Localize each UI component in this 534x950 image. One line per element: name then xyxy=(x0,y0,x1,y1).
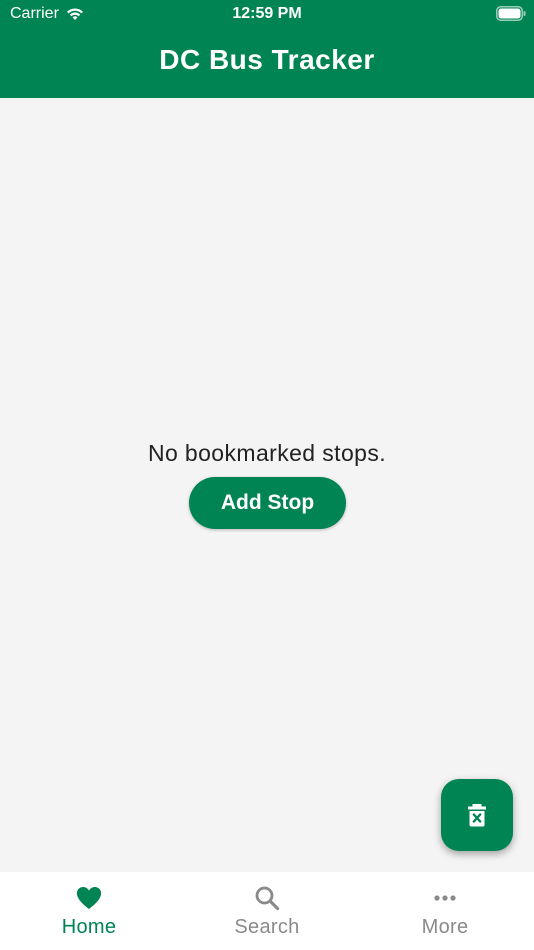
status-bar: Carrier 12:59 PM xyxy=(0,0,534,30)
tab-search-label: Search xyxy=(234,916,300,938)
search-icon xyxy=(255,886,280,911)
empty-state-message: No bookmarked stops. xyxy=(147,440,387,466)
tab-more-label: More xyxy=(421,916,469,938)
battery-icon xyxy=(496,6,526,21)
main-content: No bookmarked stops. Add Stop xyxy=(0,98,534,872)
tab-home-label: Home xyxy=(61,916,117,938)
more-icon xyxy=(434,895,456,901)
status-time: 12:59 PM xyxy=(232,5,302,22)
page-title: DC Bus Tracker xyxy=(159,44,375,75)
delete-icon xyxy=(468,804,486,827)
delete-all-button[interactable] xyxy=(441,779,513,851)
add-stop-button[interactable]: Add Stop xyxy=(189,477,346,529)
tab-more[interactable]: More xyxy=(356,872,534,950)
heart-icon xyxy=(76,887,102,909)
app-header: Carrier 12:59 PM DC Bus Tracker xyxy=(0,0,534,98)
bottom-tab-bar: Home Search More xyxy=(0,872,534,950)
tab-home[interactable]: Home xyxy=(0,872,178,950)
tab-search[interactable]: Search xyxy=(178,872,356,950)
